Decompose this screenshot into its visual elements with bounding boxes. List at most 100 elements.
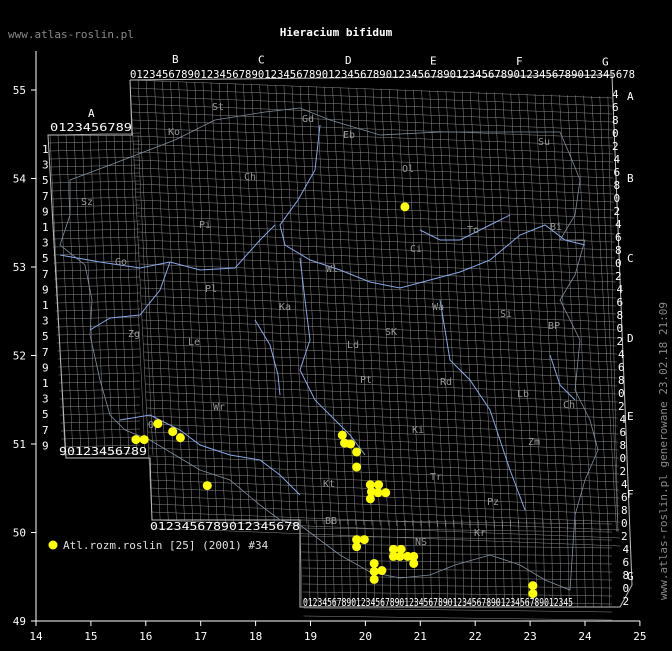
lon-tick-label: 24 [578,630,592,643]
grid-right-digit: 6 [615,231,622,244]
region-label: To [467,225,479,236]
grid-left-digit: 5 [42,408,49,421]
grid-right-digit: 2 [618,400,625,413]
grid-right-digit: 6 [614,166,621,179]
legend-label: Atl.rozm.roslin [25] (2001) #34 [63,539,269,552]
occurrence-point [381,488,391,498]
site-url: www.atlas-roslin.pl [8,28,134,41]
occurrence-point [139,435,149,445]
lon-tick-label: 23 [523,630,536,643]
grid-right-digit: 0 [615,257,622,270]
grid-right-digit: 6 [617,296,624,309]
lon-tick-label: 18 [249,630,262,643]
grid-right-digit: 0 [617,322,624,335]
occurrence-point [528,589,538,599]
occurrence-point [369,558,379,568]
occurrence-point [369,566,379,576]
grid-right-digit: 8 [614,179,621,192]
grid-letter: B [172,53,179,66]
lon-tick-label: 14 [29,630,43,643]
lat-tick-label: 51 [13,438,26,451]
lat-tick-label: 50 [13,527,26,540]
region-label: Su [538,137,550,148]
grid-letter: C [258,54,265,67]
occurrence-point [202,481,212,491]
grid-right-digit: 8 [618,374,625,387]
region-label: Kt [323,479,335,490]
lat-tick-label: 54 [13,173,27,186]
region-label: Si [500,309,512,320]
grid-right-digit: 2 [620,465,627,478]
grid-letter: A [627,90,634,103]
occurrence-point [175,433,185,443]
grid-left-digit: 5 [42,252,49,265]
lat-tick-label: 55 [13,84,26,97]
region-label: Sz [81,197,93,208]
grid-left-digit: 7 [42,424,49,437]
occurrence-point [395,551,405,561]
region-label: Ci [410,244,422,255]
grid-left-digit: 7 [42,346,49,359]
grid-right-digit: 4 [620,413,627,426]
grid-letter: D [627,332,634,345]
grid-right-digit: 8 [617,309,624,322]
grid-right-digit: 0 [618,387,625,400]
distribution-map: www.atlas-roslin.pl Hieracium bifidum ww… [0,0,672,651]
map-title: Hieracium bifidum [280,26,393,39]
occurrence-point [359,535,369,545]
lon-tick-label: 19 [304,630,317,643]
grid-right-digit: 8 [615,244,622,257]
grid-right-digit: 4 [623,543,630,556]
grid-right-digit: 4 [612,88,619,101]
grid-left-digit: 5 [42,330,49,343]
region-label: Rd [440,377,452,388]
grid-right-digit: 0 [620,452,627,465]
region-label: Pi [199,220,211,231]
grid-left-bottom-digits: 90123456789 [59,445,147,458]
grid-right-digit: 2 [623,595,630,608]
grid-top-digits: 0123456789012345678901234567890123456789… [130,68,635,81]
region-label: Go [115,257,127,268]
grid-right-digit: 8 [612,114,619,127]
region-label: Ko [168,127,180,138]
region-label: Pt [360,375,372,386]
region-label: SK [385,327,397,338]
grid-bottom-digits: 0123456789012345678 [150,520,300,533]
grid-right-digit: 2 [617,335,624,348]
grid-right-digit: 2 [612,140,619,153]
grid-left-digit: 1 [42,377,49,390]
region-label: St [212,102,224,113]
grid-letter: C [627,252,634,265]
occurrence-point [365,494,375,504]
lon-tick-label: 22 [469,630,482,643]
grid-right-digit: 2 [614,205,621,218]
grid-left-digit: 1 [42,299,49,312]
grid-left-digit: 3 [42,315,49,328]
lat-tick-label: 53 [13,261,26,274]
occurrence-point [374,480,384,490]
region-label: Ki [412,425,424,436]
lon-tick-label: 16 [139,630,152,643]
grid-letter: E [430,55,437,68]
grid-left-digit: 1 [42,221,49,234]
region-label: Wa [432,302,444,313]
occurrence-point [352,542,362,552]
grid-left-digit: 1 [42,143,49,156]
grid-letter: B [627,172,634,185]
occurrence-point [153,419,163,429]
region-label: Ch [563,400,575,411]
grid-right-digit: 0 [612,127,619,140]
region-label: Wr [213,402,225,413]
grid-right-digit: 8 [621,504,628,517]
grid-right-digit: 4 [618,348,625,361]
region-label: Kr [474,528,486,539]
region-label: Tr [430,472,442,483]
region-label: Ol [402,164,414,175]
generation-stamp: www.atlas-roslin.pl generowane 23.02.18 … [657,302,670,600]
grid-right-digit: 2 [615,270,622,283]
region-label: Le [188,337,200,348]
region-label: BP [548,321,560,332]
region-label: Lb [517,389,529,400]
grid-right-digit: 0 [623,582,630,595]
lon-tick-label: 15 [84,630,97,643]
